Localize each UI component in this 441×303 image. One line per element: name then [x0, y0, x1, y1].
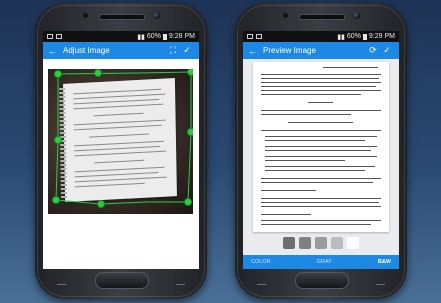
- home-button[interactable]: [95, 272, 149, 289]
- phone-preview-image: ▮▮ 60% 9:29 PM ← Preview Image ⟳ ✓ COLOR…: [235, 3, 407, 299]
- crop-handle-bottom-right[interactable]: [184, 198, 192, 206]
- home-button[interactable]: [295, 272, 349, 289]
- swatch[interactable]: [299, 237, 311, 249]
- preview-area: COLOR GRAY B&W: [243, 59, 399, 269]
- crop-fullscreen-icon[interactable]: ⛶: [166, 45, 180, 56]
- arrow-back-icon[interactable]: ←: [248, 46, 260, 56]
- status-time: 9:28 PM: [168, 33, 195, 40]
- crop-handle-top-right[interactable]: [187, 69, 193, 76]
- front-camera: [353, 12, 360, 19]
- battery-percent: 60%: [146, 33, 161, 40]
- page-title: Adjust Image: [63, 46, 110, 55]
- proximity-sensor: [83, 13, 88, 18]
- status-bar: ▮▮ 60% 9:29 PM: [243, 31, 399, 42]
- back-key[interactable]: [376, 278, 385, 285]
- proximity-sensor: [283, 13, 288, 18]
- tone-swatches: [243, 237, 399, 249]
- processed-page: [253, 62, 389, 232]
- front-camera: [153, 12, 160, 19]
- phone-adjust-image: ▮▮ 60% 9:28 PM ← Adjust Image ⛶ ✓: [35, 3, 207, 299]
- check-icon[interactable]: ✓: [380, 45, 394, 56]
- signal-icon: ▮▮: [137, 33, 145, 41]
- crop-handle-left[interactable]: [54, 136, 62, 144]
- menu-key[interactable]: [257, 278, 266, 285]
- swatch[interactable]: [347, 237, 359, 249]
- screen: ▮▮ 60% 9:28 PM ← Adjust Image ⛶ ✓: [43, 31, 199, 269]
- notification-icon: [256, 34, 262, 39]
- check-icon[interactable]: ✓: [180, 45, 194, 56]
- filter-gray[interactable]: GRAY: [317, 259, 332, 265]
- crop-handle-right[interactable]: [187, 128, 193, 136]
- filter-bw[interactable]: B&W: [378, 259, 391, 265]
- crop-handle-bottom-left[interactable]: [52, 196, 60, 204]
- menu-key[interactable]: [57, 278, 66, 285]
- notification-icon: [56, 34, 62, 39]
- document-photo: [48, 69, 193, 214]
- rotate-icon[interactable]: ⟳: [366, 45, 380, 56]
- filter-color[interactable]: COLOR: [251, 259, 271, 265]
- earpiece-speaker: [299, 14, 345, 20]
- swatch[interactable]: [331, 237, 343, 249]
- filter-bar: COLOR GRAY B&W: [243, 255, 399, 269]
- earpiece-speaker: [99, 14, 145, 20]
- battery-icon: [362, 33, 367, 40]
- status-bar: ▮▮ 60% 9:28 PM: [43, 31, 199, 42]
- status-time: 9:29 PM: [368, 33, 395, 40]
- arrow-back-icon[interactable]: ←: [48, 46, 60, 56]
- app-bar: ← Adjust Image ⛶ ✓: [43, 42, 199, 59]
- crop-handle-top[interactable]: [94, 69, 102, 77]
- battery-icon: [162, 33, 167, 40]
- swatch[interactable]: [315, 237, 327, 249]
- crop-handle-top-left[interactable]: [54, 70, 62, 78]
- swatch[interactable]: [283, 237, 295, 249]
- notification-icon: [247, 34, 253, 39]
- battery-percent: 60%: [346, 33, 361, 40]
- notification-icon: [47, 34, 53, 39]
- back-key[interactable]: [176, 278, 185, 285]
- app-bar: ← Preview Image ⟳ ✓: [243, 42, 399, 59]
- crop-handle-bottom[interactable]: [97, 200, 105, 208]
- signal-icon: ▮▮: [337, 33, 345, 41]
- crop-area: [43, 59, 199, 269]
- page-title: Preview Image: [263, 46, 316, 55]
- crop-outline: [55, 71, 192, 205]
- screen: ▮▮ 60% 9:29 PM ← Preview Image ⟳ ✓ COLOR…: [243, 31, 399, 269]
